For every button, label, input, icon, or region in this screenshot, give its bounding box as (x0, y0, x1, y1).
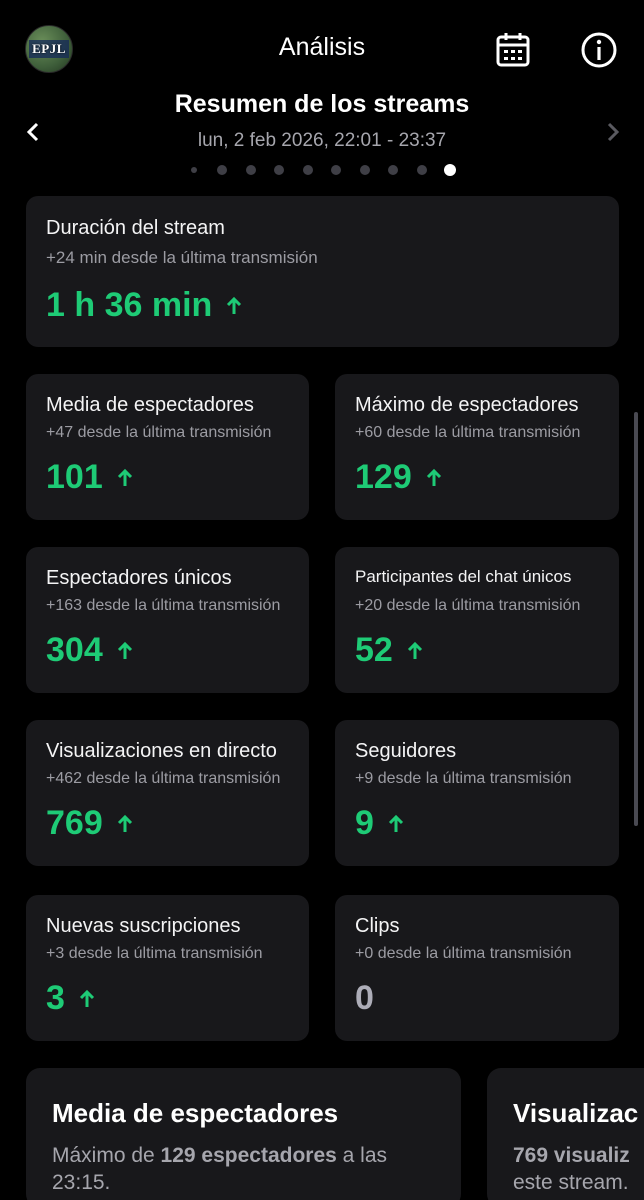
card-value-number: 3 (46, 979, 65, 1017)
new-subscriptions-card: Nuevas suscripciones +3 desde la última t… (26, 895, 309, 1041)
card-title: Espectadores únicos (46, 567, 232, 589)
page-title: Análisis (278, 33, 366, 61)
card-value-number: 769 (46, 804, 103, 842)
clips-card: Clips +0 desde la última transmisión 0 (335, 895, 619, 1041)
card-title: Nuevas suscripciones (46, 915, 241, 937)
card-value: 129 (355, 458, 442, 497)
card-title: Máximo de espectadores (355, 394, 579, 416)
card-delta: +24 min desde la última transmisión (46, 248, 318, 267)
pagination-dot[interactable] (208, 163, 237, 177)
detail-title: Visualizac (513, 1098, 639, 1128)
card-title: Duración del stream (46, 217, 225, 239)
card-delta: +47 desde la última transmisión (46, 424, 272, 441)
period-date-range: lun, 2 feb 2026, 22:01 - 23:37 (197, 130, 447, 151)
card-title: Seguidores (355, 740, 457, 762)
card-delta: +462 desde la última transmisión (46, 770, 281, 787)
card-value: 0 (355, 979, 374, 1018)
period-pagination-dots[interactable] (0, 163, 644, 177)
card-delta: +0 desde la última transmisión (355, 945, 572, 962)
card-value-number: 129 (355, 458, 412, 496)
detail-text-post: este stream. (513, 1171, 629, 1194)
card-title: Visualizaciones en directo (46, 740, 277, 762)
pagination-dot[interactable] (265, 163, 294, 177)
detail-description: 769 visualiz este stream. (513, 1142, 644, 1196)
card-value: 101 (46, 458, 133, 497)
scrollbar[interactable] (634, 412, 638, 826)
average-viewers-detail-card[interactable]: Media de espectadores Máximo de 129 espe… (26, 1068, 461, 1200)
card-value-number: 101 (46, 458, 103, 496)
trend-up-arrow-icon (426, 468, 441, 486)
card-value: 1 h 36 min (46, 286, 242, 325)
pagination-dot-active[interactable] (436, 163, 465, 177)
calendar-icon[interactable] (494, 31, 532, 69)
card-value-number: 0 (355, 979, 374, 1017)
card-delta: +3 desde la última transmisión (46, 945, 263, 962)
card-title: Media de espectadores (46, 394, 254, 416)
live-views-card: Visualizaciones en directo +462 desde la … (26, 720, 309, 866)
trend-up-arrow-icon (79, 989, 94, 1007)
detail-description: Máximo de 129 espectadores a las 23:15. (52, 1142, 442, 1196)
card-delta: +9 desde la última transmisión (355, 770, 572, 787)
card-delta: +60 desde la última transmisión (355, 424, 581, 441)
info-icon[interactable] (580, 31, 618, 69)
pagination-dot[interactable] (379, 163, 408, 177)
card-value-number: 1 h 36 min (46, 286, 213, 324)
card-value-number: 304 (46, 631, 103, 669)
average-viewers-card: Media de espectadores +47 desde la última… (26, 374, 309, 520)
live-views-detail-card[interactable]: Visualizac 769 visualiz este stream. (487, 1068, 644, 1200)
followers-card: Seguidores +9 desde la última transmisión… (335, 720, 619, 866)
detail-text-bold: 129 espectadores (160, 1144, 337, 1167)
pagination-dot[interactable] (294, 163, 323, 177)
trend-up-arrow-icon (227, 296, 242, 314)
card-value-number: 9 (355, 804, 374, 842)
trend-up-arrow-icon (117, 814, 132, 832)
trend-up-arrow-icon (117, 641, 132, 659)
detail-text-pre: Máximo de (52, 1144, 161, 1167)
card-title: Participantes del chat únicos (355, 567, 572, 586)
unique-chatters-card: Participantes del chat únicos +20 desde l… (335, 547, 619, 693)
detail-text-bold: 769 visualiz (513, 1144, 630, 1167)
card-value: 304 (46, 631, 133, 670)
card-value: 9 (355, 804, 404, 843)
card-value: 3 (46, 979, 95, 1018)
pagination-dot[interactable] (237, 163, 266, 177)
next-period-chevron-icon[interactable] (600, 118, 624, 146)
card-delta: +163 desde la última transmisión (46, 597, 281, 614)
pagination-dot[interactable] (180, 163, 209, 177)
stream-duration-card: Duración del stream +24 min desde la últ… (26, 196, 619, 347)
card-value: 769 (46, 804, 133, 843)
card-delta: +20 desde la última transmisión (355, 597, 581, 614)
pagination-dot[interactable] (351, 163, 380, 177)
pagination-dot[interactable] (408, 163, 437, 177)
max-viewers-card: Máximo de espectadores +60 desde la últim… (335, 374, 619, 520)
top-bar: EPJL Análisis (0, 0, 644, 100)
detail-title: Media de espectadores (52, 1098, 339, 1128)
trend-up-arrow-icon (117, 468, 132, 486)
trend-up-arrow-icon (388, 814, 403, 832)
unique-viewers-card: Espectadores únicos +163 desde la última … (26, 547, 309, 693)
trend-up-arrow-icon (407, 641, 422, 659)
period-title: Resumen de los streams (174, 90, 470, 118)
card-title: Clips (355, 915, 400, 937)
pagination-dot[interactable] (322, 163, 351, 177)
card-value-number: 52 (355, 631, 393, 669)
analytics-screen: EPJL Análisis Resumen de los streams lun… (0, 0, 644, 1200)
card-value: 52 (355, 631, 423, 670)
